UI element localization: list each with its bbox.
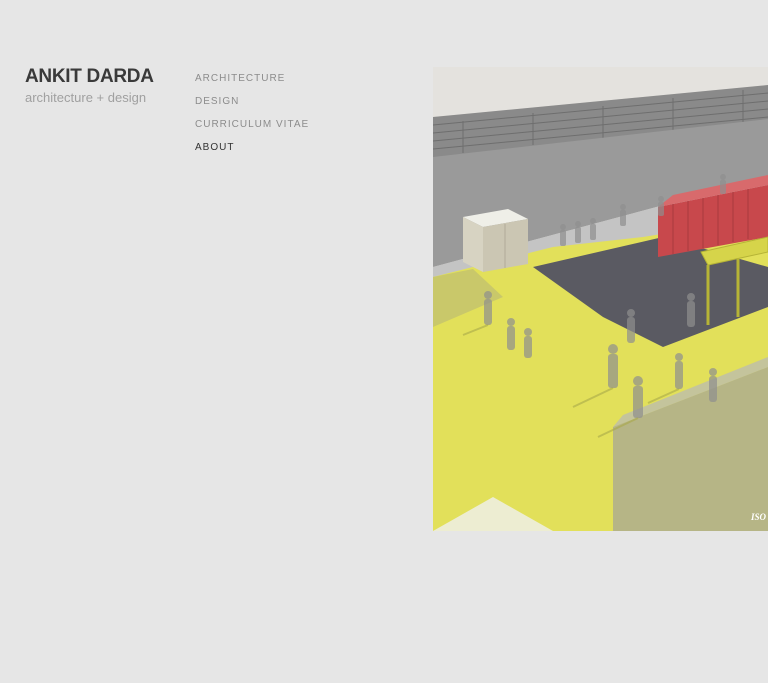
image-caption: ISO [750,512,766,522]
nav-item-about: ABOUT [195,137,309,160]
nav-item-design: DESIGN [195,91,309,114]
nav-link-architecture[interactable]: ARCHITECTURE [195,73,285,84]
nav-item-architecture: ARCHITECTURE [195,68,309,91]
page: ANKIT DARDA architecture + design ARCHIT… [0,0,768,683]
site-logo[interactable]: ANKIT DARDA architecture + design [25,66,154,107]
isometric-rendering [433,67,768,531]
project-image[interactable]: ISO [433,67,768,531]
nav-link-about[interactable]: ABOUT [195,142,234,153]
nav-link-design[interactable]: DESIGN [195,96,239,107]
site-tagline: architecture + design [25,90,147,105]
main-nav: ARCHITECTURE DESIGN CURRICULUM VITAE ABO… [195,68,309,160]
nav-link-curriculum-vitae[interactable]: CURRICULUM VITAE [195,119,309,130]
site-title[interactable]: ANKIT DARDA [25,66,154,88]
nav-item-curriculum-vitae: CURRICULUM VITAE [195,114,309,137]
